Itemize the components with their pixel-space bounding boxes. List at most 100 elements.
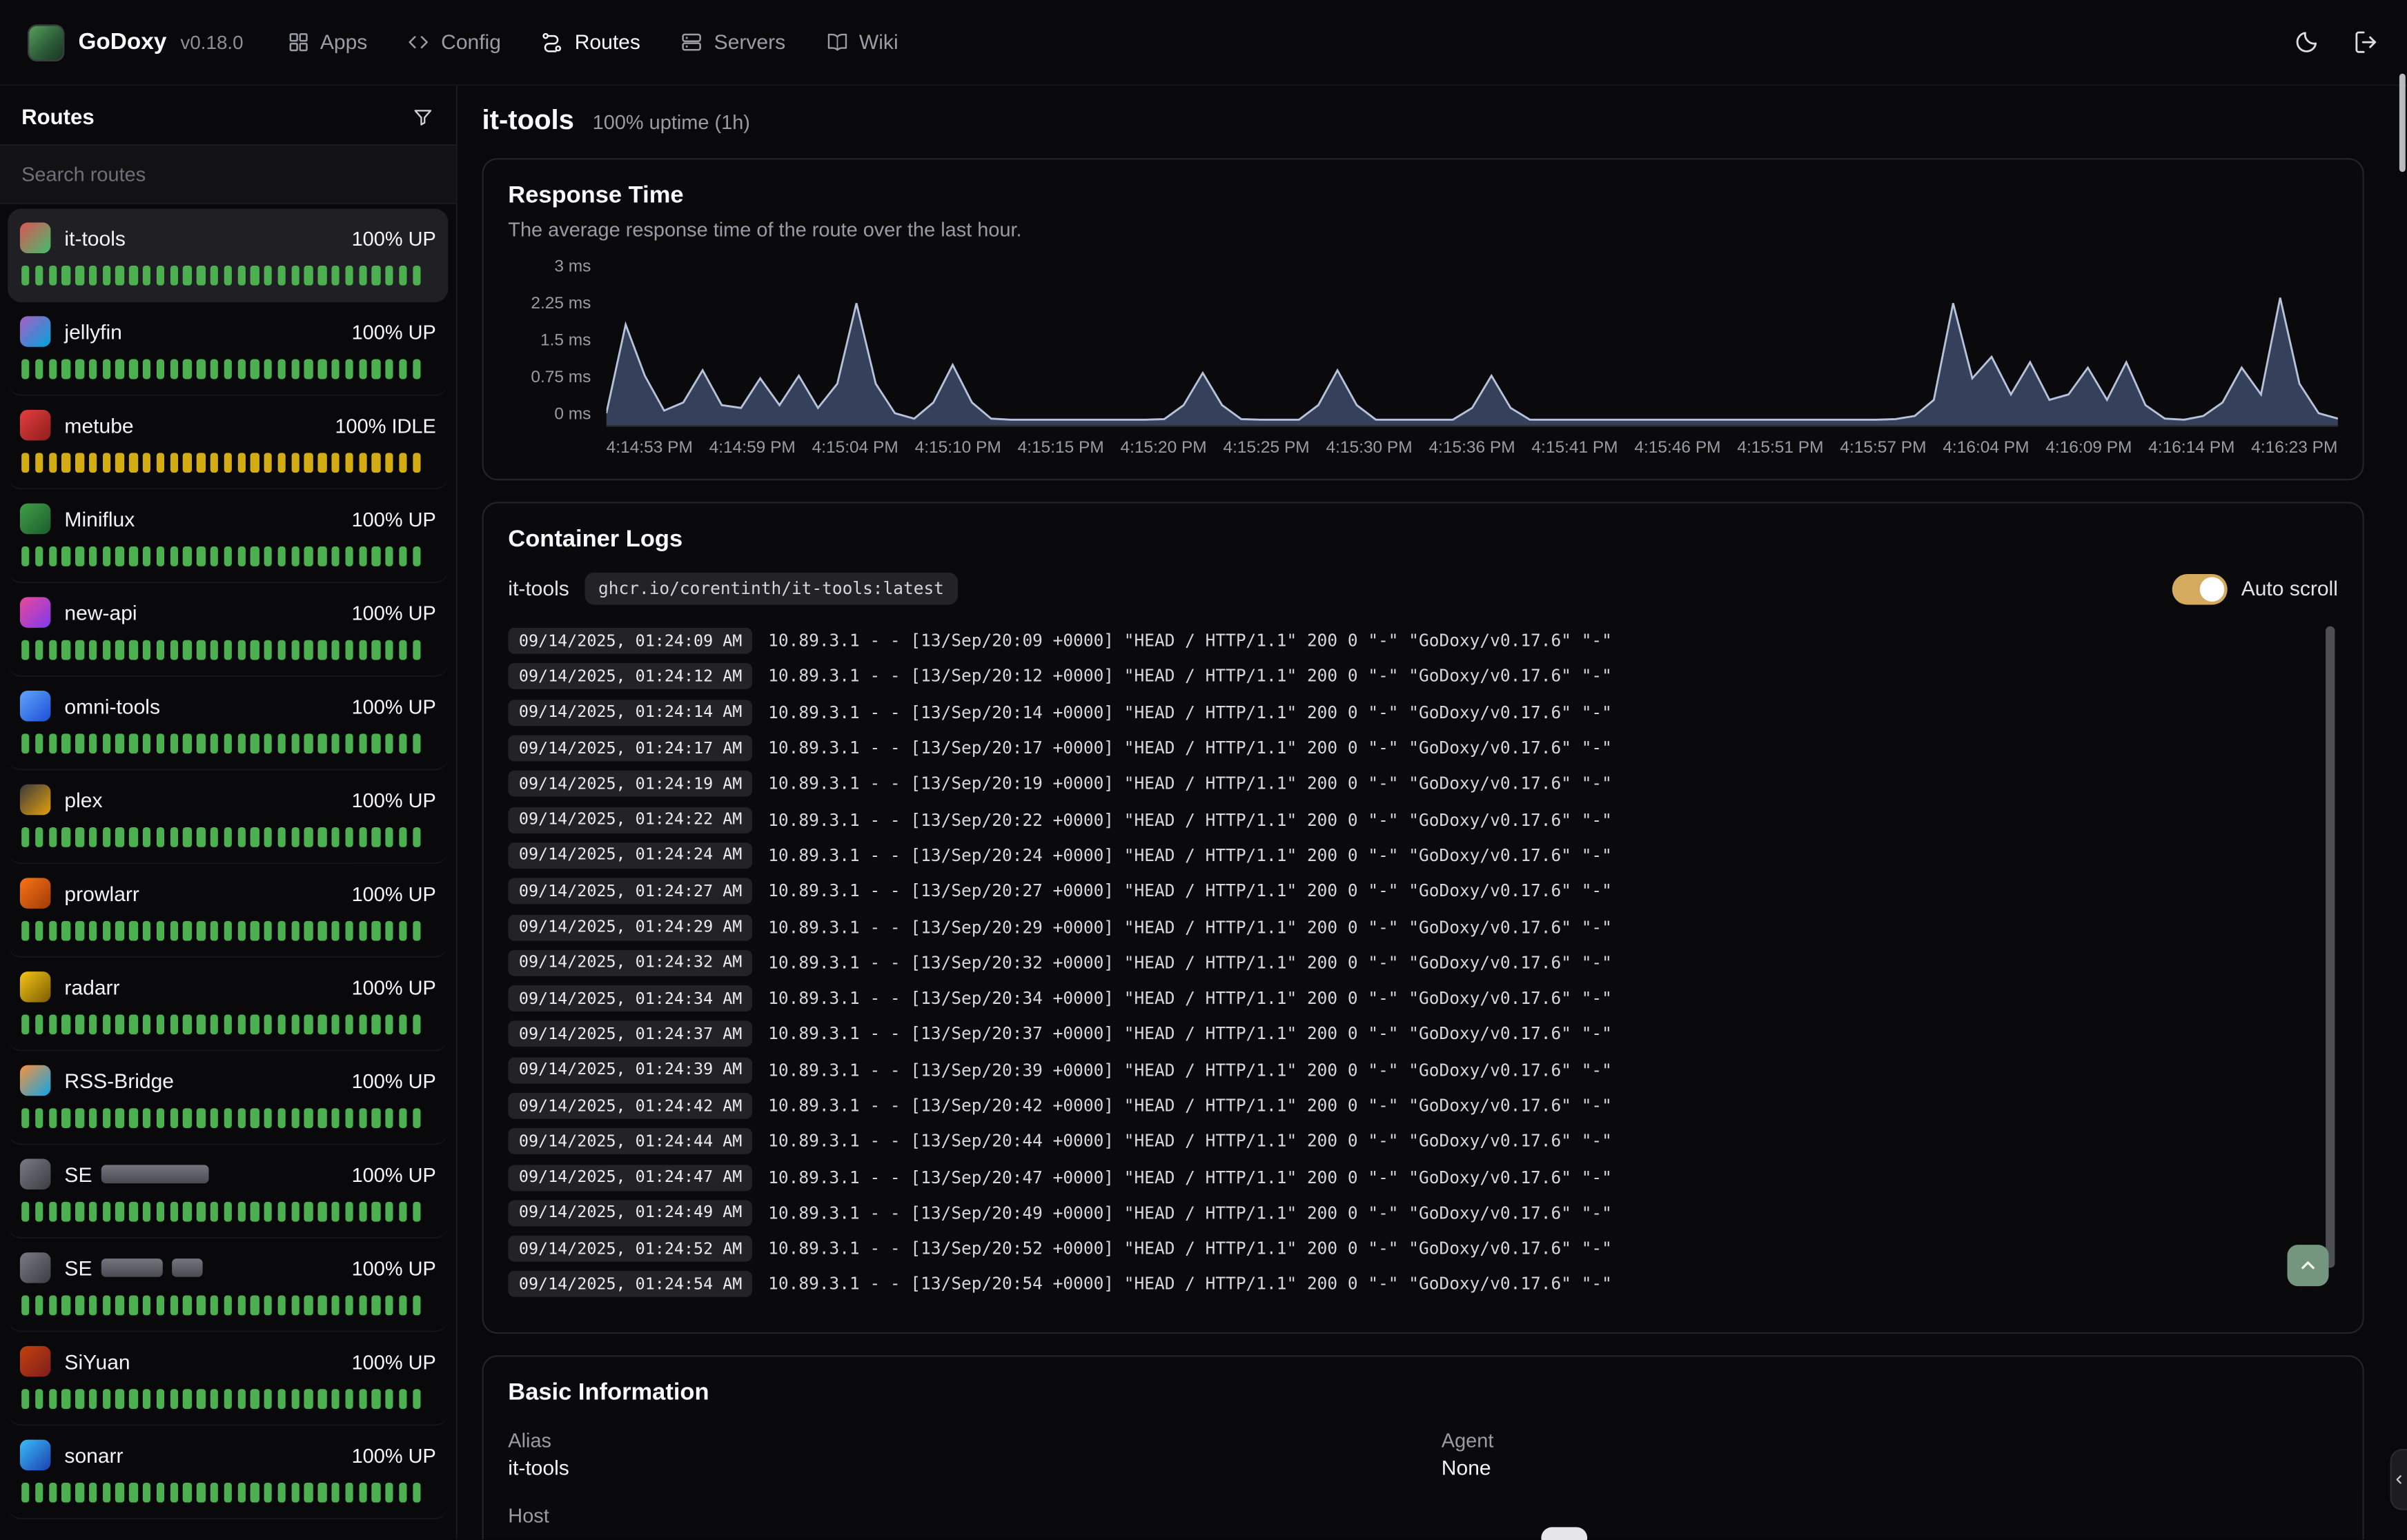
route-status: 100% UP — [352, 1069, 436, 1092]
moon-icon[interactable] — [2293, 29, 2319, 55]
uptime-bar — [224, 827, 232, 847]
route-item-row: prowlarr100% UP — [20, 878, 436, 908]
log-timestamp: 09/14/2025, 01:24:17 AM — [508, 736, 753, 762]
uptime-bar — [250, 827, 259, 847]
uptime-bar — [35, 640, 43, 660]
log-timestamp: 09/14/2025, 01:24:09 AM — [508, 628, 753, 654]
uptime-bar — [291, 266, 299, 286]
x-tick-label: 4:16:04 PM — [1943, 439, 2029, 457]
route-item-metube[interactable]: metube100% IDLE — [8, 396, 448, 490]
log-timestamp: 09/14/2025, 01:24:42 AM — [508, 1093, 753, 1119]
log-timestamp: 09/14/2025, 01:24:47 AM — [508, 1164, 753, 1190]
logs-scrollbar[interactable] — [2326, 626, 2335, 1268]
uptime-bar — [413, 1014, 421, 1034]
route-item-new-api[interactable]: new-api100% UP — [8, 583, 448, 677]
route-item-siyuan[interactable]: SiYuan100% UP — [8, 1332, 448, 1426]
redacted-icon — [20, 1158, 50, 1189]
uptime-bar — [102, 921, 110, 941]
uptime-bar — [399, 453, 407, 473]
route-item-prowlarr[interactable]: prowlarr100% UP — [8, 864, 448, 958]
route-item-radarr[interactable]: radarr100% UP — [8, 958, 448, 1052]
uptime-bar — [358, 1014, 366, 1034]
route-item-row: plex100% UP — [20, 784, 436, 815]
uptime-bar — [358, 733, 366, 753]
scroll-to-top-button[interactable] — [2288, 1245, 2329, 1286]
uptime-bar — [264, 266, 273, 286]
autoscroll-toggle[interactable] — [2172, 573, 2228, 604]
uptime-bars — [20, 921, 436, 941]
uptime-bar — [331, 827, 340, 847]
log-row: 09/14/2025, 01:24:09 AM10.89.3.1 - - [13… — [508, 623, 2313, 659]
godoxy-logo-icon — [28, 23, 64, 60]
route-item-miniflux[interactable]: Miniflux100% UP — [8, 490, 448, 584]
uptime-bar — [413, 359, 421, 379]
uptime-bar — [358, 1108, 366, 1128]
uptime-bar — [277, 640, 286, 660]
uptime-bar — [156, 1483, 164, 1503]
route-item-plex[interactable]: plex100% UP — [8, 771, 448, 865]
uptime-bar — [345, 640, 353, 660]
route-item-se[interactable]: SE100% UP — [8, 1145, 448, 1238]
sidebar-header: Routes — [0, 86, 456, 145]
uptime-bar — [264, 1295, 273, 1315]
uptime-bar — [48, 546, 57, 566]
uptime-bar — [372, 266, 380, 286]
page-scrollbar-thumb[interactable] — [2399, 74, 2406, 172]
uptime-bar — [89, 1389, 97, 1409]
route-item-sonarr[interactable]: sonarr100% UP — [8, 1426, 448, 1520]
nav-item-wiki[interactable]: Wiki — [825, 30, 898, 53]
uptime-bar — [210, 733, 219, 753]
uptime-bar — [331, 640, 340, 660]
uptime-bar — [291, 1295, 299, 1315]
route-item-rss-bridge[interactable]: RSS-Bridge100% UP — [8, 1052, 448, 1145]
uptime-bar — [345, 359, 353, 379]
x-tick-label: 4:15:36 PM — [1428, 439, 1515, 457]
logout-icon[interactable] — [2353, 29, 2379, 55]
uptime-bar — [21, 1108, 30, 1128]
uptime-bar — [170, 1483, 178, 1503]
nav-item-servers[interactable]: Servers — [680, 30, 785, 53]
nav-item-routes[interactable]: Routes — [541, 30, 640, 53]
funnel-icon[interactable] — [411, 105, 434, 128]
log-message: 10.89.3.1 - - [13/Sep/20:49 +0000] "HEAD… — [768, 1203, 1612, 1223]
x-tick-label: 4:14:53 PM — [607, 439, 693, 457]
uptime-bar — [170, 640, 178, 660]
uptime-bar — [277, 1483, 286, 1503]
uptime-bar — [21, 827, 30, 847]
log-timestamp: 09/14/2025, 01:24:19 AM — [508, 771, 753, 797]
route-item-jellyfin[interactable]: jellyfin100% UP — [8, 302, 448, 396]
uptime-bar — [386, 1483, 394, 1503]
uptime-bar — [89, 640, 97, 660]
route-status: 100% UP — [352, 601, 436, 624]
route-list: it-tools100% UPjellyfin100% UPmetube100%… — [0, 204, 456, 1539]
uptime-bar — [102, 1108, 110, 1128]
uptime-bar — [386, 1295, 394, 1315]
route-item-it-tools[interactable]: it-tools100% UP — [8, 209, 448, 303]
route-item-omni-tools[interactable]: omni-tools100% UP — [8, 677, 448, 771]
code-icon — [407, 30, 430, 53]
route-name: SE — [64, 1163, 208, 1185]
nav-item-config[interactable]: Config — [407, 30, 501, 53]
uptime-bar — [304, 1295, 313, 1315]
brand: GoDoxy v0.18.0 — [28, 23, 244, 60]
nav-item-apps[interactable]: Apps — [286, 30, 367, 53]
uptime-bar — [386, 359, 394, 379]
uptime-bar — [345, 453, 353, 473]
top-navbar: GoDoxy v0.18.0 Apps Config Routes Servers Wi… — [0, 0, 2407, 86]
nav-item-label: Config — [441, 30, 501, 53]
uptime-bar — [129, 733, 137, 753]
search-routes-input[interactable] — [0, 146, 456, 202]
uptime-bar — [89, 1295, 97, 1315]
uptime-bar — [237, 733, 246, 753]
uptime-bar — [358, 359, 366, 379]
uptime-bar — [250, 546, 259, 566]
collapse-panel-handle[interactable] — [2390, 1449, 2407, 1510]
route-item-se[interactable]: SE100% UP — [8, 1238, 448, 1332]
uptime-bar — [304, 827, 313, 847]
route-name: radarr — [64, 976, 119, 998]
log-message: 10.89.3.1 - - [13/Sep/20:42 +0000] "HEAD… — [768, 1096, 1612, 1116]
log-row: 09/14/2025, 01:24:32 AM10.89.3.1 - - [13… — [508, 945, 2313, 981]
uptime-bar — [197, 640, 205, 660]
uptime-bar — [399, 546, 407, 566]
uptime-bar — [304, 453, 313, 473]
